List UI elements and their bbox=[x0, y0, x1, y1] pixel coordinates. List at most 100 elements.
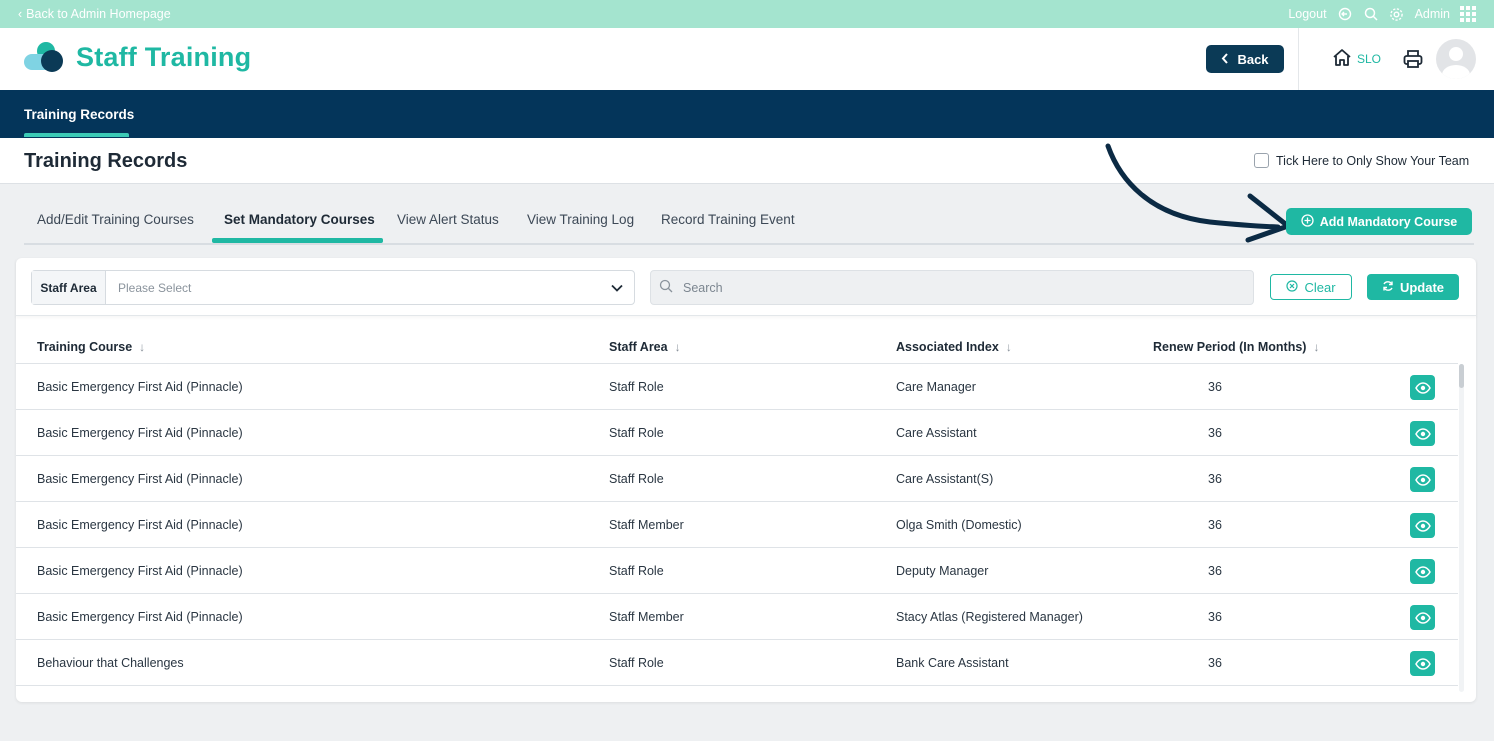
cell-course: Basic Emergency First Aid (Pinnacle) bbox=[37, 380, 243, 394]
column-header-staff-area[interactable]: Staff Area ↓ bbox=[609, 340, 681, 354]
team-filter-label: Tick Here to Only Show Your Team bbox=[1276, 153, 1470, 168]
app-title: Staff Training bbox=[76, 42, 252, 72]
back-button-label: Back bbox=[1237, 51, 1269, 67]
clear-button[interactable]: Clear bbox=[1270, 274, 1352, 300]
view-eye-button[interactable] bbox=[1410, 559, 1435, 584]
tab-view-alert-status[interactable]: View Alert Status bbox=[397, 212, 499, 227]
home-label: SLO bbox=[1357, 52, 1382, 66]
view-eye-button[interactable] bbox=[1410, 605, 1435, 630]
search-icon[interactable] bbox=[1363, 6, 1379, 22]
sort-arrow-icon[interactable]: ↓ bbox=[139, 340, 145, 354]
search-input[interactable]: Search bbox=[650, 270, 1254, 305]
user-avatar[interactable] bbox=[1436, 39, 1476, 79]
cell-associated-index: Care Assistant(S) bbox=[896, 472, 994, 486]
printer-icon[interactable] bbox=[1402, 48, 1424, 70]
add-mandatory-course-label: Add Mandatory Course bbox=[1319, 214, 1458, 229]
column-header-renew-period[interactable]: Renew Period (In Months) ↓ bbox=[1153, 340, 1319, 354]
nav-tab-training-records[interactable]: Training Records bbox=[24, 107, 134, 122]
column-header-associated-index[interactable]: Associated Index ↓ bbox=[896, 340, 1012, 354]
table-body: Basic Emergency First Aid (Pinnacle) Sta… bbox=[16, 364, 1458, 686]
clear-label: Clear bbox=[1304, 279, 1336, 295]
gear-icon[interactable] bbox=[1389, 6, 1405, 22]
cell-associated-index: Care Assistant bbox=[896, 426, 977, 440]
cell-renew-period: 36 bbox=[1208, 380, 1222, 394]
cell-staff-area: Staff Role bbox=[609, 564, 664, 578]
tab-record-training-event[interactable]: Record Training Event bbox=[661, 212, 795, 227]
logout-link[interactable]: Logout bbox=[1288, 7, 1326, 21]
eye-icon bbox=[1414, 381, 1431, 394]
view-eye-button[interactable] bbox=[1410, 421, 1435, 446]
cell-course: Basic Emergency First Aid (Pinnacle) bbox=[37, 610, 243, 624]
cell-staff-area: Staff Role bbox=[609, 380, 664, 394]
main-nav: Training Records bbox=[0, 90, 1494, 138]
table-row: Basic Emergency First Aid (Pinnacle) Sta… bbox=[16, 548, 1458, 594]
chevron-down-icon[interactable] bbox=[600, 271, 634, 304]
scrollbar-thumb[interactable] bbox=[1459, 364, 1464, 388]
courses-panel: Staff Area Please Select Search Clear Up… bbox=[16, 258, 1476, 702]
cell-renew-period: 36 bbox=[1208, 656, 1222, 670]
logout-icon[interactable] bbox=[1337, 6, 1353, 22]
cell-associated-index: Stacy Atlas (Registered Manager) bbox=[896, 610, 1083, 624]
column-label: Training Course bbox=[37, 340, 133, 354]
table-row: Basic Emergency First Aid (Pinnacle) Sta… bbox=[16, 456, 1458, 502]
tab-set-mandatory-courses[interactable]: Set Mandatory Courses bbox=[224, 212, 375, 227]
checkbox-box[interactable] bbox=[1254, 153, 1269, 168]
column-label: Staff Area bbox=[609, 340, 668, 354]
table-row: Basic Emergency First Aid (Pinnacle) Sta… bbox=[16, 364, 1458, 410]
tab-add-edit-courses[interactable]: Add/Edit Training Courses bbox=[37, 212, 194, 227]
eye-icon bbox=[1414, 519, 1431, 532]
view-eye-button[interactable] bbox=[1410, 375, 1435, 400]
cell-staff-area: Staff Role bbox=[609, 656, 664, 670]
cell-staff-area: Staff Role bbox=[609, 426, 664, 440]
cell-course: Behaviour that Challenges bbox=[37, 656, 184, 670]
sort-arrow-icon[interactable]: ↓ bbox=[1313, 340, 1319, 354]
admin-label[interactable]: Admin bbox=[1415, 7, 1450, 21]
table-scrollbar[interactable] bbox=[1459, 364, 1464, 692]
chevron-left-icon: ‹ bbox=[18, 7, 23, 21]
title-band: Training Records Tick Here to Only Show … bbox=[0, 138, 1494, 184]
cell-staff-area: Staff Role bbox=[609, 472, 664, 486]
search-icon bbox=[659, 279, 673, 296]
view-eye-button[interactable] bbox=[1410, 467, 1435, 492]
apps-grid-icon[interactable] bbox=[1460, 6, 1476, 22]
home-link[interactable]: SLO bbox=[1332, 48, 1381, 70]
refresh-icon bbox=[1382, 280, 1394, 295]
cell-renew-period: 36 bbox=[1208, 518, 1222, 532]
column-label: Associated Index bbox=[896, 340, 999, 354]
cell-renew-period: 36 bbox=[1208, 610, 1222, 624]
column-label: Renew Period (In Months) bbox=[1153, 340, 1307, 354]
staff-area-select[interactable]: Staff Area Please Select bbox=[31, 270, 635, 305]
cell-course: Basic Emergency First Aid (Pinnacle) bbox=[37, 426, 243, 440]
column-header-training-course[interactable]: Training Course ↓ bbox=[37, 340, 145, 354]
update-label: Update bbox=[1399, 279, 1445, 295]
sort-arrow-icon[interactable]: ↓ bbox=[675, 340, 681, 354]
update-button[interactable]: Update bbox=[1367, 274, 1459, 300]
top-bar: ‹ Back to Admin Homepage Logout Admin bbox=[0, 0, 1494, 28]
table-header: Training Course ↓ Staff Area ↓ Associated … bbox=[16, 322, 1458, 364]
filter-row: Staff Area Please Select Search Clear Up… bbox=[16, 258, 1476, 316]
cell-associated-index: Deputy Manager bbox=[896, 564, 989, 578]
back-to-admin-label: Back to Admin Homepage bbox=[26, 7, 171, 21]
eye-icon bbox=[1414, 427, 1431, 440]
table-row: Behaviour that Challenges Staff Role Ban… bbox=[16, 640, 1458, 686]
cell-staff-area: Staff Member bbox=[609, 518, 684, 532]
section-tabs: Add/Edit Training Courses Set Mandatory … bbox=[24, 208, 1474, 245]
back-button[interactable]: Back bbox=[1206, 45, 1284, 73]
cell-course: Basic Emergency First Aid (Pinnacle) bbox=[37, 472, 243, 486]
clear-x-icon bbox=[1286, 279, 1299, 295]
table-row: Basic Emergency First Aid (Pinnacle) Sta… bbox=[16, 502, 1458, 548]
back-to-admin-link[interactable]: ‹ Back to Admin Homepage bbox=[18, 7, 171, 21]
search-placeholder: Search bbox=[683, 280, 723, 295]
app-logo bbox=[22, 40, 70, 76]
view-eye-button[interactable] bbox=[1410, 651, 1435, 676]
eye-icon bbox=[1414, 611, 1431, 624]
home-icon bbox=[1332, 48, 1352, 70]
team-filter-checkbox[interactable]: Tick Here to Only Show Your Team bbox=[1254, 153, 1469, 168]
sort-arrow-icon[interactable]: ↓ bbox=[1006, 340, 1012, 354]
cell-associated-index: Olga Smith (Domestic) bbox=[896, 518, 1022, 532]
tab-view-training-log[interactable]: View Training Log bbox=[527, 212, 634, 227]
view-eye-button[interactable] bbox=[1410, 513, 1435, 538]
add-mandatory-course-button[interactable]: Add Mandatory Course bbox=[1286, 208, 1472, 235]
eye-icon bbox=[1414, 657, 1431, 670]
nav-active-indicator bbox=[24, 133, 129, 137]
